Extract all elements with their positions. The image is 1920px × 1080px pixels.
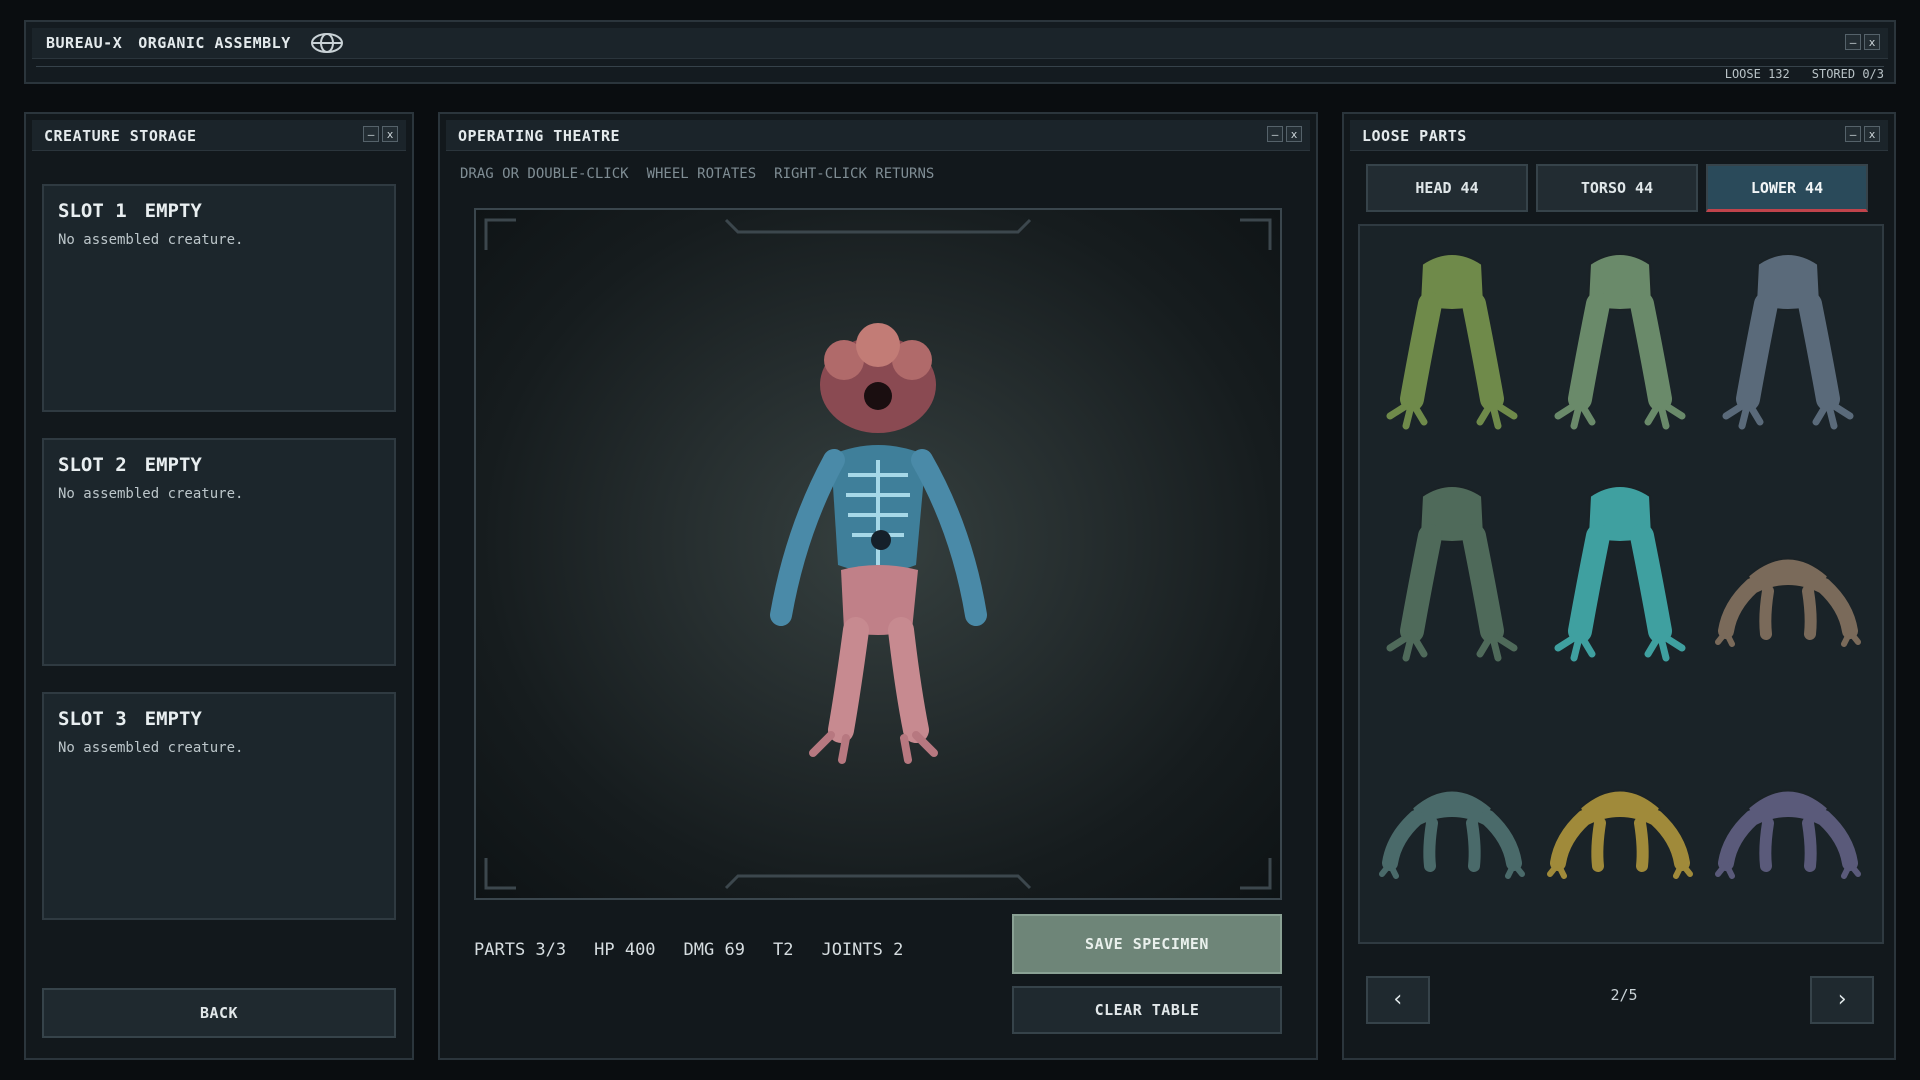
stat-joints: JOINTS 2	[821, 940, 904, 960]
slot-description: No assembled creature.	[58, 232, 244, 248]
stat-dmg: DMG 69	[683, 940, 745, 960]
clear-table-button[interactable]: CLEAR TABLE	[1012, 986, 1282, 1034]
slot-state: EMPTY	[144, 708, 202, 730]
panel-header: LOOSE PARTS – x	[1350, 120, 1888, 151]
minimize-button[interactable]: –	[1267, 126, 1283, 142]
storage-slot-3[interactable]: SLOT 3 EMPTY No assembled creature.	[42, 692, 396, 920]
close-button[interactable]: x	[382, 126, 398, 142]
save-specimen-button[interactable]: SAVE SPECIMEN	[1012, 914, 1282, 974]
minimize-button[interactable]: –	[1845, 126, 1861, 142]
panel-title: CREATURE STORAGE	[44, 127, 197, 145]
stat-tier: T2	[772, 940, 794, 960]
slot-state: EMPTY	[144, 454, 202, 476]
slot-description: No assembled creature.	[58, 486, 244, 502]
prev-page-button[interactable]: ‹	[1366, 976, 1430, 1024]
minimize-button[interactable]: –	[1845, 34, 1861, 50]
panel-title: LOOSE PARTS	[1362, 127, 1467, 145]
loose-count: LOOSE 132	[1724, 67, 1790, 81]
slot-title: SLOT 3 EMPTY	[58, 708, 220, 730]
panel-header: CREATURE STORAGE – x	[32, 120, 406, 151]
hint-rotate: WHEEL ROTATES	[646, 166, 757, 182]
globe-icon	[311, 33, 343, 53]
slot-label: SLOT 1	[58, 200, 127, 222]
legs-icon[interactable]	[1708, 234, 1868, 434]
hint-drag: DRAG OR DOUBLE-CLICK	[460, 166, 629, 182]
back-button[interactable]: BACK	[42, 988, 396, 1038]
operating-theatre-panel: OPERATING THEATRE – x DRAG OR DOUBLE-CLI…	[438, 112, 1318, 1060]
app-title-brand: BUREAU-X	[46, 34, 123, 52]
creature-stats: PARTS 3/3 HP 400 DMG 69 T2 JOINTS 2	[474, 940, 931, 960]
panel-title: OPERATING THEATRE	[458, 127, 621, 145]
close-button[interactable]: x	[1864, 34, 1880, 50]
close-button[interactable]: x	[1864, 126, 1880, 142]
storage-slot-2[interactable]: SLOT 2 EMPTY No assembled creature.	[42, 438, 396, 666]
crab-legs-icon[interactable]	[1372, 698, 1532, 898]
slot-label: SLOT 3	[58, 708, 127, 730]
assembled-creature-icon[interactable]	[476, 210, 1280, 898]
stat-hp: HP 400	[594, 940, 656, 960]
storage-slot-1[interactable]: SLOT 1 EMPTY No assembled creature.	[42, 184, 396, 412]
stat-parts: PARTS 3/3	[474, 940, 567, 960]
control-hints: DRAG OR DOUBLE-CLICK WHEEL ROTATES RIGHT-C…	[460, 166, 952, 182]
crab-legs-icon[interactable]	[1708, 466, 1868, 666]
slot-title: SLOT 2 EMPTY	[58, 454, 220, 476]
app-titlebar: BUREAU-X ORGANIC ASSEMBLY – x	[32, 28, 1888, 59]
app-window: BUREAU-X ORGANIC ASSEMBLY – x LOOSE 132 ST…	[24, 20, 1896, 84]
close-button[interactable]: x	[1286, 126, 1302, 142]
page-indicator: 2/5	[1610, 986, 1638, 1004]
panel-header: OPERATING THEATRE – x	[446, 120, 1310, 151]
app-title-mode: ORGANIC ASSEMBLY	[138, 34, 291, 52]
operating-table[interactable]	[474, 208, 1282, 900]
legs-icon[interactable]	[1540, 466, 1700, 666]
slot-state: EMPTY	[144, 200, 202, 222]
parts-grid	[1358, 224, 1884, 944]
app-title: BUREAU-X ORGANIC ASSEMBLY	[46, 34, 307, 52]
minimize-button[interactable]: –	[363, 126, 379, 142]
slot-label: SLOT 2	[58, 454, 127, 476]
legs-icon[interactable]	[1372, 466, 1532, 666]
tab-torso[interactable]: TORSO 44	[1536, 164, 1698, 212]
status-bar: LOOSE 132 STORED 0/3	[36, 66, 1884, 81]
legs-icon[interactable]	[1540, 234, 1700, 434]
tab-head[interactable]: HEAD 44	[1366, 164, 1528, 212]
legs-icon[interactable]	[1372, 234, 1532, 434]
loose-parts-panel: LOOSE PARTS – x HEAD 44 TORSO 44 LOWER 4…	[1342, 112, 1896, 1060]
crab-legs-icon[interactable]	[1708, 698, 1868, 898]
crab-legs-icon[interactable]	[1540, 698, 1700, 898]
tab-lower[interactable]: LOWER 44	[1706, 164, 1868, 212]
stored-count: STORED 0/3	[1811, 67, 1884, 81]
slot-title: SLOT 1 EMPTY	[58, 200, 220, 222]
next-page-button[interactable]: ›	[1810, 976, 1874, 1024]
slot-description: No assembled creature.	[58, 740, 244, 756]
creature-storage-panel: CREATURE STORAGE – x SLOT 1 EMPTY No asse…	[24, 112, 414, 1060]
hint-return: RIGHT-CLICK RETURNS	[774, 166, 935, 182]
